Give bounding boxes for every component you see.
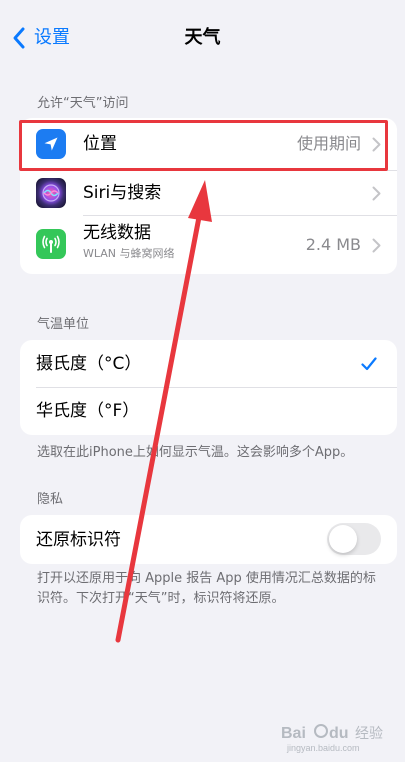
access-section-header: 允许“天气”访问	[37, 96, 129, 111]
privacy-card: 还原标识符	[20, 515, 397, 564]
wireless-data-value: 2.4 MB	[305, 235, 361, 254]
privacy-section-header: 隐私	[37, 492, 64, 507]
siri-icon	[36, 178, 66, 208]
wireless-data-sublabel: WLAN 与蜂窝网络	[83, 247, 175, 260]
reset-identifier-toggle[interactable]	[327, 523, 381, 555]
chevron-right-icon	[372, 186, 381, 201]
checkmark-icon	[361, 357, 377, 371]
celsius-label: 摄氏度（°C）	[36, 354, 142, 374]
annotation-highlight-box	[19, 120, 388, 171]
celsius-option[interactable]: 摄氏度（°C）	[20, 340, 397, 387]
baidu-watermark-logo: Bai du 经验 jingyan.baidu.com	[281, 724, 383, 753]
navigation-bar: 设置 天气	[0, 0, 405, 76]
reset-identifier-label: 还原标识符	[36, 530, 121, 550]
siri-search-label: Siri与搜索	[83, 183, 162, 203]
wireless-data-label: 无线数据	[83, 223, 151, 243]
svg-text:Bai: Bai	[281, 725, 306, 742]
temperature-card: 摄氏度（°C） 华氏度（°F）	[20, 340, 397, 435]
temperature-section-footer: 选取在此iPhone上如何显示气温。这会影响多个App。	[37, 445, 354, 460]
fahrenheit-option[interactable]: 华氏度（°F）	[20, 388, 397, 435]
chevron-right-icon	[372, 238, 381, 253]
svg-text:du: du	[329, 725, 349, 742]
toggle-knob	[329, 525, 357, 553]
temperature-section-header: 气温单位	[37, 317, 90, 332]
siri-search-row[interactable]: Siri与搜索	[20, 171, 397, 215]
fahrenheit-label: 华氏度（°F）	[36, 401, 140, 421]
wireless-data-row[interactable]: 无线数据 WLAN 与蜂窝网络 2.4 MB	[20, 216, 397, 274]
antenna-icon	[36, 229, 66, 259]
svg-text:经验: 经验	[355, 726, 383, 742]
reset-identifier-row: 还原标识符	[20, 515, 397, 564]
privacy-section-footer: 打开以还原用于向 Apple 报告 App 使用情况汇总数据的标识符。下次打开“…	[37, 571, 376, 606]
page-title: 天气	[184, 27, 221, 48]
svg-text:jingyan.baidu.com: jingyan.baidu.com	[286, 743, 360, 753]
